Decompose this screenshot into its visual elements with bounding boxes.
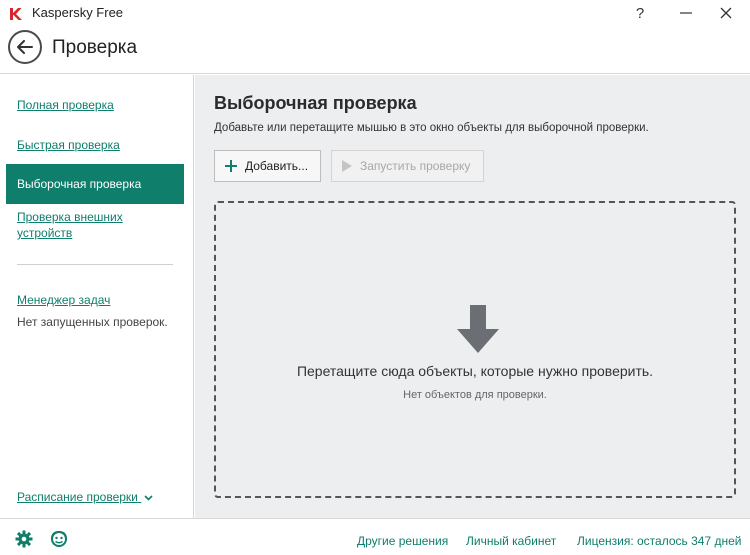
section-title: Выборочная проверка — [214, 93, 417, 113]
sidebar-item-label: устройств — [17, 226, 73, 240]
drop-zone-text: Перетащите сюда объекты, которые нужно п… — [296, 363, 654, 379]
app-title: Kaspersky Free — [32, 5, 124, 20]
add-button[interactable]: Добавить... — [214, 150, 321, 182]
sidebar-item-label: Проверка внешних — [17, 210, 123, 224]
main-panel: Выборочная проверка Добавьте или перетащ… — [195, 75, 750, 518]
task-status: Нет запущенных проверок. — [17, 315, 168, 329]
sidebar-item-full-scan[interactable]: Полная проверка — [17, 97, 114, 113]
run-scan-button-label: Запустить проверку — [360, 159, 471, 173]
run-scan-button[interactable]: Запустить проверку — [331, 150, 484, 182]
gear-icon[interactable] — [15, 530, 33, 548]
schedule-label: Расписание проверки — [17, 490, 138, 504]
sidebar-item-quick-scan[interactable]: Быстрая проверка — [17, 137, 120, 153]
title-bar: Kaspersky Free ? — [0, 0, 750, 26]
sidebar-divider — [17, 264, 173, 265]
minimize-button[interactable] — [666, 0, 706, 26]
minimize-icon — [680, 12, 692, 14]
add-button-label: Добавить... — [245, 159, 309, 173]
plus-icon — [225, 160, 237, 172]
account-link[interactable]: Личный кабинет — [466, 534, 556, 548]
section-description: Добавьте или перетащите мышью в это окно… — [214, 122, 649, 134]
sidebar-item-custom-scan[interactable]: Выборочная проверка — [6, 164, 184, 204]
arrow-left-icon — [17, 40, 33, 54]
arrow-down-icon — [457, 305, 499, 353]
schedule-link[interactable]: Расписание проверки — [17, 489, 153, 505]
license-link[interactable]: Лицензия: осталось 347 дней — [577, 534, 741, 548]
page-header: Проверка — [0, 26, 750, 74]
drop-zone-subtext: Нет объектов для проверки. — [403, 389, 547, 401]
sidebar-item-external-devices[interactable]: Проверка внешних устройств — [17, 209, 123, 241]
drop-zone[interactable]: Перетащите сюда объекты, которые нужно п… — [214, 201, 736, 498]
support-icon[interactable] — [50, 530, 68, 548]
task-manager-link[interactable]: Менеджер задач — [17, 292, 110, 308]
kaspersky-logo-icon — [10, 8, 22, 20]
back-button[interactable] — [8, 30, 42, 64]
footer: Другие решения Личный кабинет Лицензия: … — [0, 518, 750, 555]
help-button[interactable]: ? — [620, 0, 660, 26]
chevron-down-icon — [144, 495, 153, 501]
page-title: Проверка — [52, 37, 138, 58]
close-button[interactable] — [706, 0, 746, 26]
close-icon — [720, 7, 732, 19]
play-icon — [342, 160, 352, 172]
other-solutions-link[interactable]: Другие решения — [357, 534, 448, 548]
sidebar: Полная проверка Быстрая проверка Выбороч… — [0, 75, 194, 518]
